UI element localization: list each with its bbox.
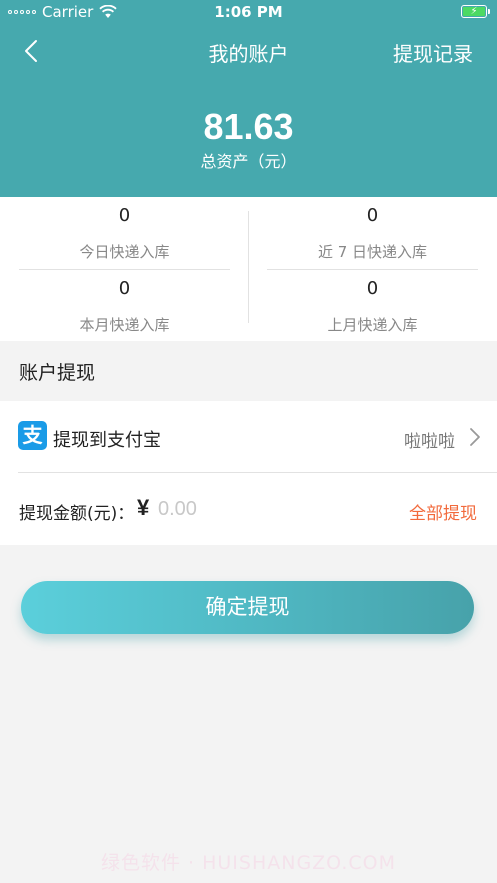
withdraw-all-button[interactable]: 全部提现	[409, 499, 477, 524]
withdraw-section-title: 账户提现	[19, 362, 96, 384]
stat-last-month: 0 上月快递入库	[267, 278, 478, 335]
status-time: 1:06 PM	[214, 3, 283, 21]
withdraw-history-link[interactable]: 提现记录	[393, 38, 473, 67]
confirm-withdraw-button[interactable]: 确定提现	[21, 581, 474, 634]
alipay-icon: 支	[18, 421, 47, 450]
stat-value: 0	[366, 205, 379, 226]
stat-value: 0	[118, 205, 131, 226]
status-bar: Carrier 1:06 PM ⚡	[0, 0, 497, 24]
stat-value: 0	[118, 278, 131, 299]
delivery-stats: 0 今日快递入库 0 近 7 日快递入库 0 本月快递入库 0 上月快递入库	[0, 197, 497, 341]
alipay-account-name: 啦啦啦	[404, 432, 455, 452]
total-balance: 81.63	[203, 106, 294, 147]
currency-symbol: ¥	[137, 495, 150, 520]
amount-input[interactable]	[158, 495, 358, 523]
stat-today: 0 今日快递入库	[19, 205, 230, 270]
withdraw-method-row[interactable]: 支 提现到支付宝 啦啦啦	[0, 401, 497, 473]
stat-label: 今日快递入库	[79, 243, 170, 261]
withdraw-card: 支 提现到支付宝 啦啦啦 提现金额(元)： ¥ 全部提现	[0, 401, 497, 545]
stat-label: 本月快递入库	[79, 316, 170, 334]
stat-last-7-days: 0 近 7 日快递入库	[267, 205, 478, 270]
total-balance-label: 总资产（元）	[200, 152, 297, 171]
chevron-right-icon	[470, 428, 480, 446]
divider	[267, 269, 478, 270]
amount-label: 提现金额(元)：	[19, 504, 135, 524]
account-header: Carrier 1:06 PM ⚡ 我的账户 提现记录 81.63 总资产（元）	[0, 0, 497, 197]
amount-row: 提现金额(元)： ¥ 全部提现	[0, 473, 497, 545]
stat-label: 上月快递入库	[327, 316, 418, 334]
stat-this-month: 0 本月快递入库	[19, 278, 230, 335]
stat-label: 近 7 日快递入库	[317, 243, 428, 261]
divider	[19, 269, 230, 270]
battery-icon: ⚡	[461, 5, 490, 18]
stats-divider	[248, 211, 249, 323]
withdraw-method-label: 提现到支付宝	[53, 430, 161, 451]
watermark: 绿色软件 · HUISHANGZO.COM	[100, 852, 397, 874]
stat-value: 0	[366, 278, 379, 299]
